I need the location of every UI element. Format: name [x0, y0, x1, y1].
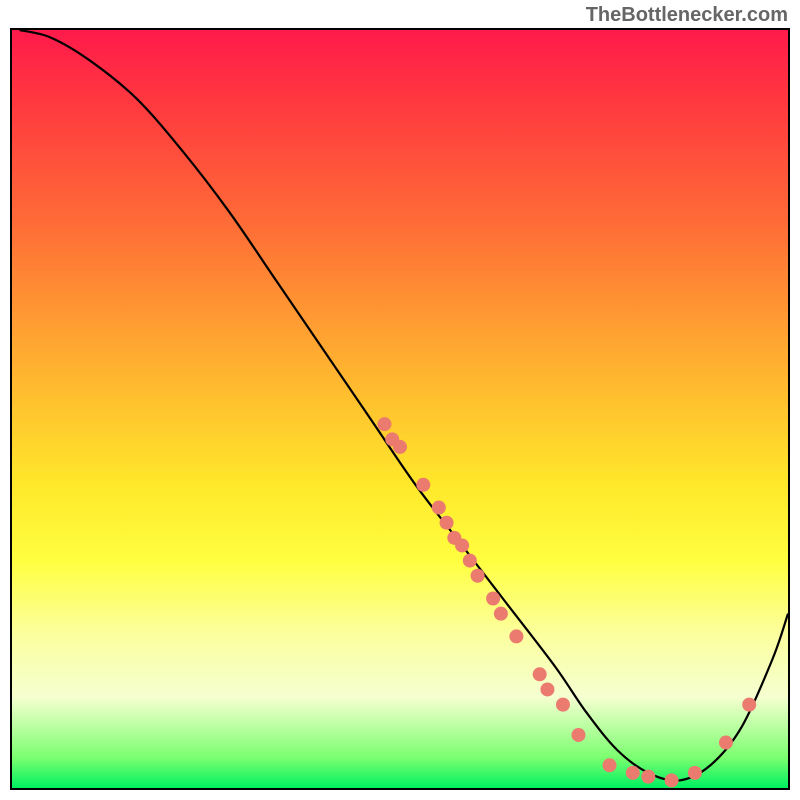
chart-marker — [486, 592, 500, 606]
chart-svg — [12, 30, 788, 788]
chart-marker — [416, 478, 430, 492]
chart-marker — [571, 728, 585, 742]
chart-marker — [626, 766, 640, 780]
chart-marker — [603, 758, 617, 772]
chart-marker — [377, 417, 391, 431]
chart-marker — [432, 501, 446, 515]
chart-marker — [393, 440, 407, 454]
chart-marker — [665, 773, 679, 787]
chart-plot-area — [10, 28, 790, 790]
chart-curve — [20, 30, 788, 781]
chart-marker — [719, 736, 733, 750]
chart-marker — [471, 569, 485, 583]
chart-marker — [455, 538, 469, 552]
chart-marker — [533, 667, 547, 681]
chart-marker — [494, 607, 508, 621]
chart-marker — [688, 766, 702, 780]
chart-marker — [440, 516, 454, 530]
credit-label: TheBottlenecker.com — [586, 4, 788, 27]
chart-marker — [509, 629, 523, 643]
chart-marker — [463, 554, 477, 568]
chart-marker — [556, 698, 570, 712]
chart-marker — [742, 698, 756, 712]
chart-marker — [641, 770, 655, 784]
chart-marker — [540, 682, 554, 696]
chart-markers — [377, 417, 756, 787]
